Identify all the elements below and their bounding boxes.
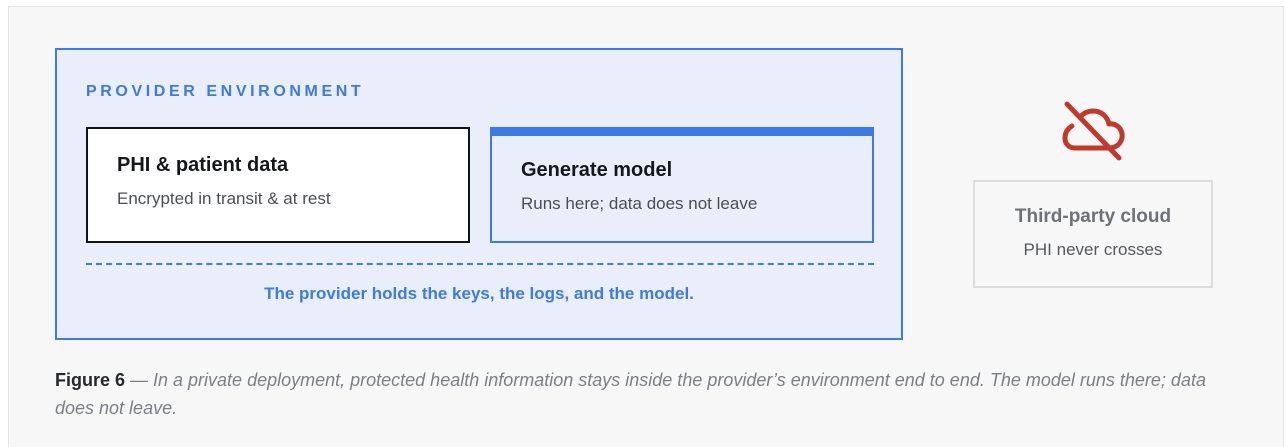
phi-box-subtitle: Encrypted in transit & at rest xyxy=(117,189,331,208)
provider-environment: PROVIDER ENVIRONMENT PHI & patient data … xyxy=(55,48,903,340)
caption-text: — In a private deployment, protected hea… xyxy=(55,370,1206,418)
dashed-divider xyxy=(86,263,874,265)
phi-box-title: PHI & patient data xyxy=(117,154,289,176)
third-party-cloud-box: Third-party cloud PHI never crosses xyxy=(973,180,1213,288)
third-party-subtitle: PHI never crosses xyxy=(1023,240,1163,259)
phi-data-box: PHI & patient data Encrypted in transit … xyxy=(86,127,470,243)
model-box-title: Generate model xyxy=(521,159,673,181)
third-party-title: Third-party cloud xyxy=(1014,206,1172,227)
figure-caption: Figure 6 — In a private deployment, prot… xyxy=(55,366,1245,422)
caption-label: Figure 6 xyxy=(55,370,126,390)
generate-model-box: Generate model Runs here; data does not … xyxy=(490,127,874,243)
environment-label: PROVIDER ENVIRONMENT xyxy=(86,83,365,100)
model-box-subtitle: Runs here; data does not leave xyxy=(521,194,758,213)
environment-note: The provider holds the keys, the logs, a… xyxy=(264,284,694,303)
cloud-off-icon xyxy=(1062,101,1125,161)
